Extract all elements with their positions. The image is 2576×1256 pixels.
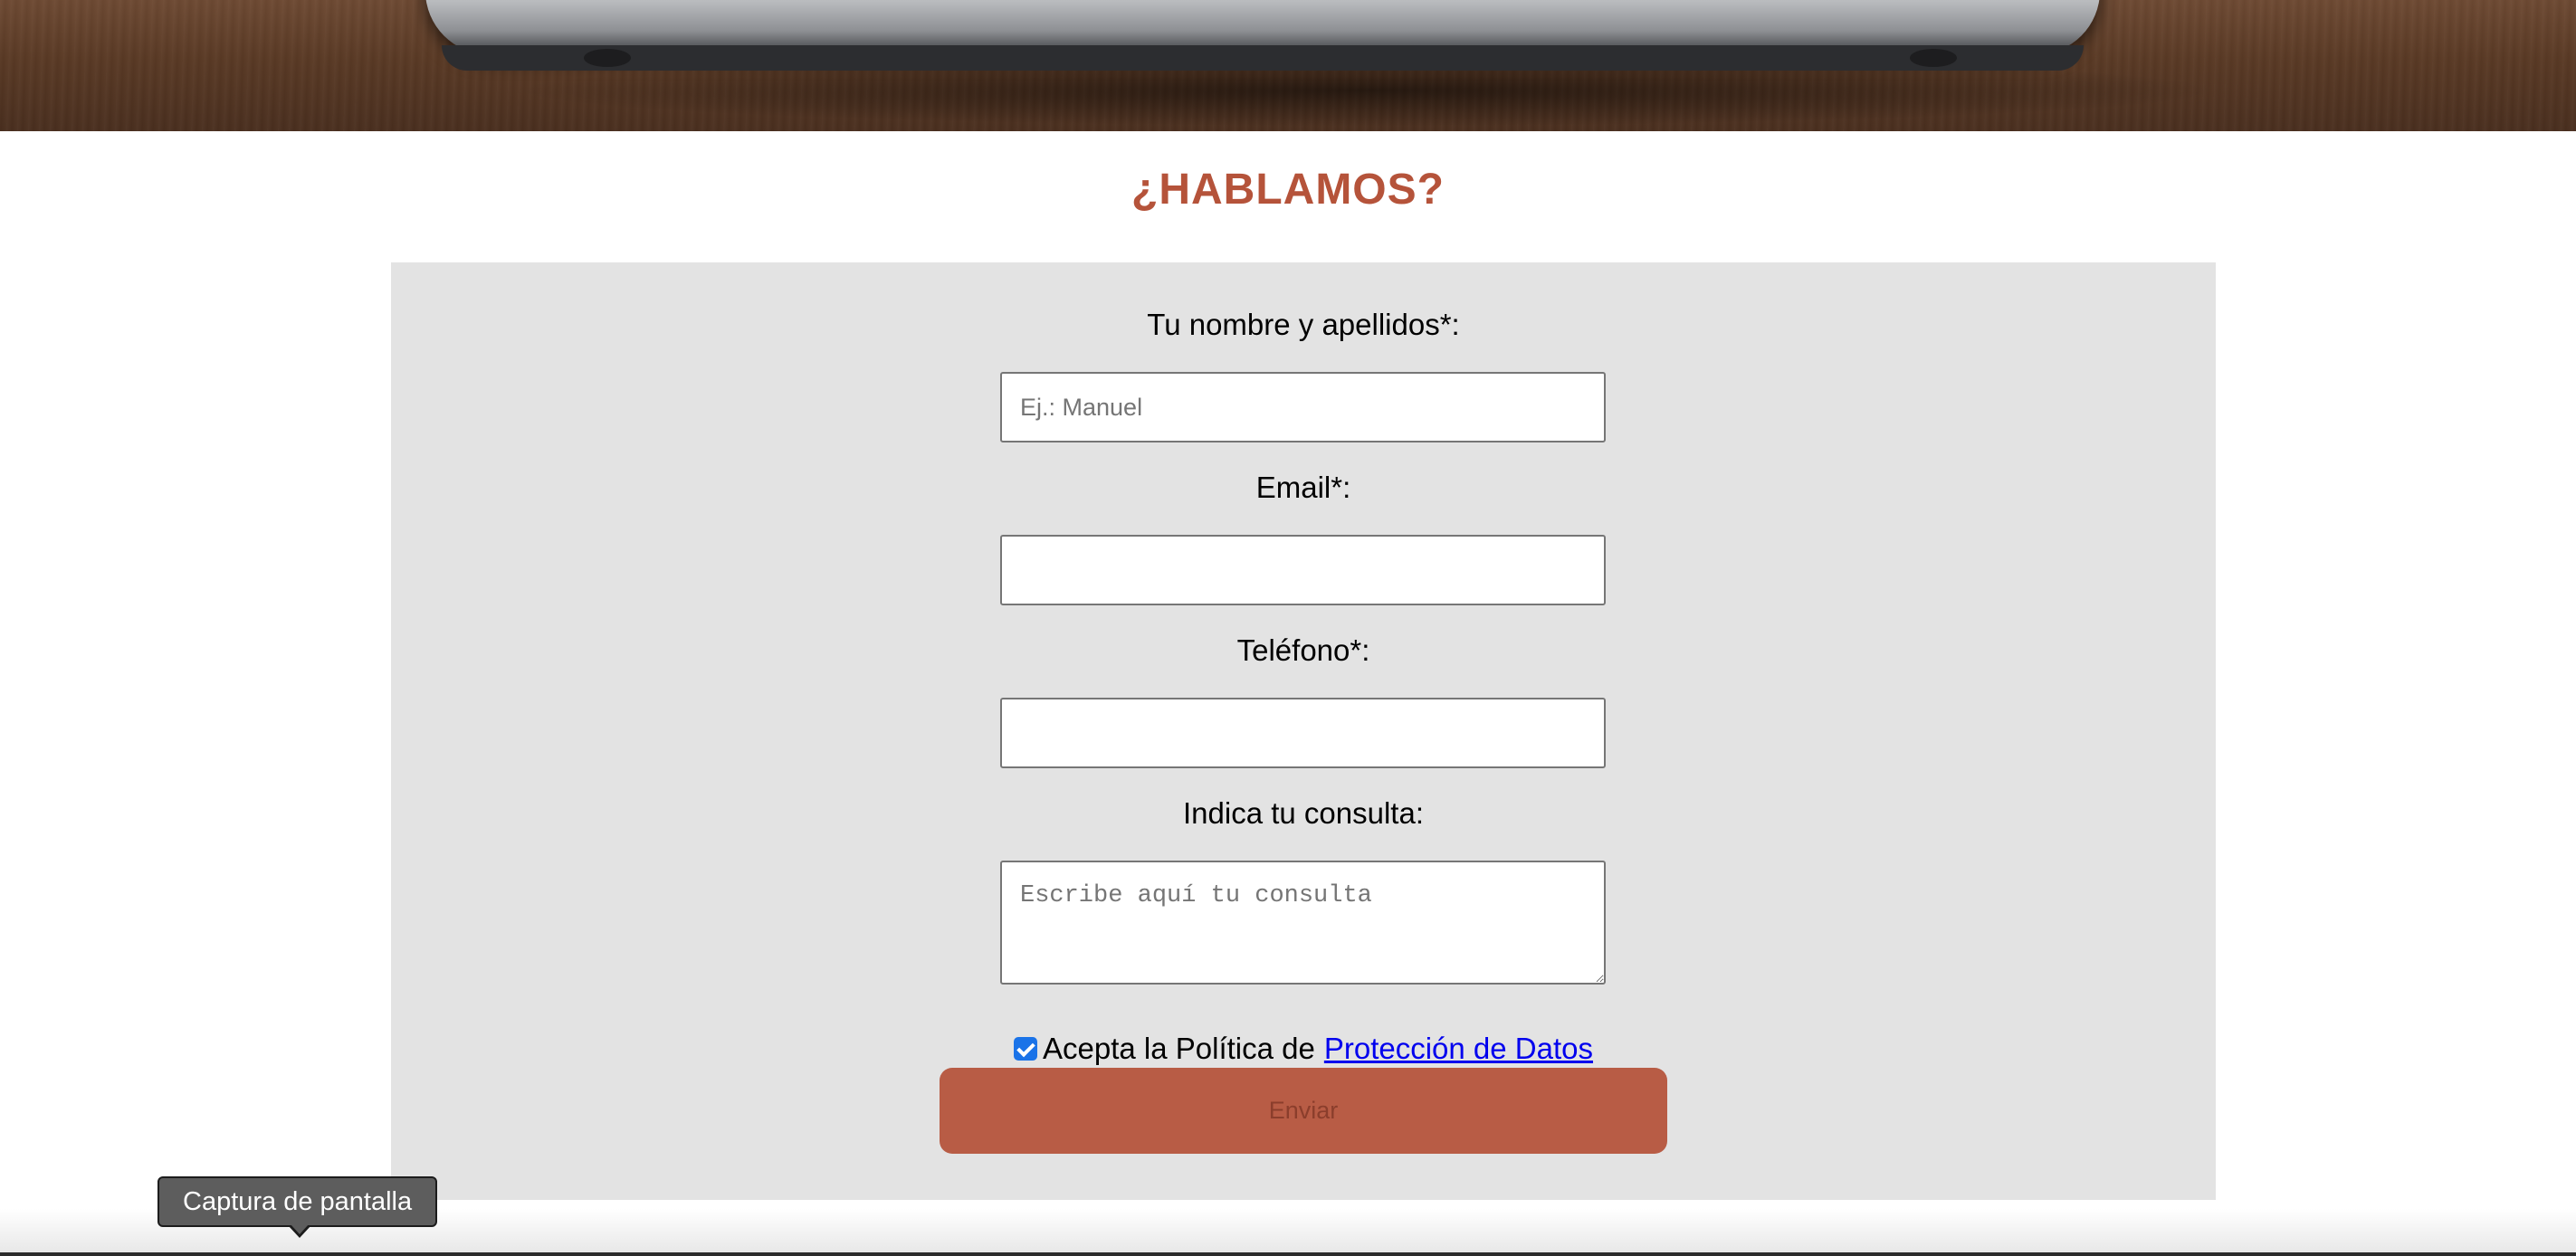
privacy-policy-link[interactable]: Protección de Datos: [1324, 1032, 1593, 1066]
consent-text: Acepta la Política de: [1042, 1032, 1315, 1065]
email-label: Email*:: [1255, 471, 1351, 504]
tooltip-text: Captura de pantalla: [183, 1187, 413, 1216]
privacy-consent-checkbox[interactable]: [1013, 1037, 1037, 1061]
page: ¿HABLAMOS? Tu nombre y apellidos*: Email…: [0, 0, 2576, 1256]
privacy-consent-row: Acepta la Política de Protección de Dato…: [391, 1032, 2216, 1066]
query-label: Indica tu consulta:: [1183, 796, 1424, 830]
laptop-foot: [1910, 49, 1957, 67]
phone-field[interactable]: [1000, 698, 1606, 768]
page-title: ¿HABLAMOS?: [1131, 166, 1445, 214]
email-field[interactable]: [1000, 535, 1606, 605]
name-label: Tu nombre y apellidos*:: [1147, 308, 1460, 341]
query-textarea[interactable]: [1000, 861, 1606, 985]
laptop-base: [442, 45, 2084, 71]
laptop-foot: [584, 49, 631, 67]
hero-banner-image: [0, 0, 2576, 131]
name-field[interactable]: [1000, 372, 1606, 442]
phone-label: Teléfono*:: [1236, 633, 1370, 667]
contact-form: Tu nombre y apellidos*: Email*: Teléfono…: [391, 262, 2216, 1200]
screenshot-tooltip: Captura de pantalla: [157, 1176, 438, 1238]
submit-button[interactable]: Enviar: [940, 1068, 1667, 1154]
laptop-icon: [425, 0, 2100, 71]
tooltip-arrow-fill: [291, 1224, 309, 1234]
